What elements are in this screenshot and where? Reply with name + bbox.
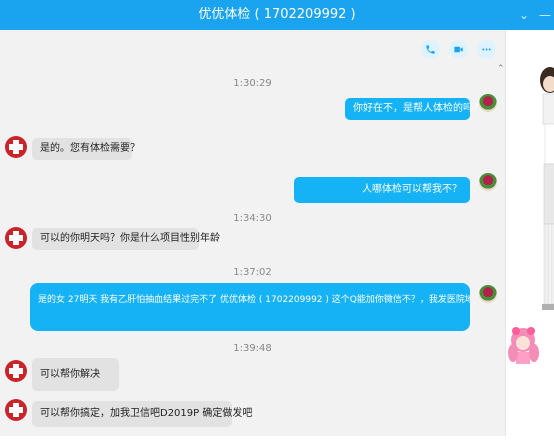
contact-avatar[interactable]	[5, 360, 27, 382]
chat-panel: ⌃ 1:30:29 你好在不，是帮人体检的吗？ 是的。您有体检需要？ 人哪体检可…	[0, 30, 505, 436]
video-icon[interactable]	[449, 40, 468, 59]
dropdown-icon[interactable]: ⌄	[519, 0, 529, 30]
character-illustration	[508, 67, 554, 364]
message-bubble-contact[interactable]: 可以帮你解决	[32, 358, 119, 391]
user-avatar[interactable]	[479, 285, 497, 303]
profile-show-panel	[505, 30, 554, 436]
message-bubble-contact[interactable]: 可以帮你搞定，加我卫信吧D2019P 确定做发吧	[32, 401, 252, 427]
user-avatar[interactable]	[479, 173, 497, 191]
more-icon[interactable]	[477, 40, 496, 59]
title-bar: 优优体检 ( 1702209992 ) ⌄ —	[0, 0, 554, 30]
scroll-up-icon[interactable]: ⌃	[497, 64, 505, 74]
contact-avatar[interactable]	[5, 399, 27, 421]
contact-avatar[interactable]	[5, 136, 27, 158]
timestamp: 1:30:29	[233, 78, 272, 89]
minimize-button[interactable]: —	[539, 0, 551, 30]
contact-avatar[interactable]	[5, 227, 27, 249]
timestamp: 1:39:48	[233, 343, 272, 354]
message-bubble-contact[interactable]: 是的。您有体检需要？	[32, 138, 140, 160]
message-bubble-own[interactable]: 你好在不，是帮人体检的吗？	[345, 98, 483, 120]
timestamp: 1:34:30	[233, 213, 272, 224]
phone-icon[interactable]	[421, 40, 440, 59]
message-bubble-own[interactable]: 人哪体检可以帮我不？	[294, 177, 470, 203]
timestamp: 1:37:02	[233, 267, 272, 278]
window-title: 优优体检 ( 1702209992 )	[198, 7, 356, 22]
message-bubble-contact[interactable]: 可以的你明天吗？你是什么项目性别年龄	[32, 228, 220, 250]
message-bubble-own[interactable]: 是的女 27明天 我有乙肝怕抽血结果过完不了 优优体检 ( 1702209992…	[30, 283, 470, 331]
